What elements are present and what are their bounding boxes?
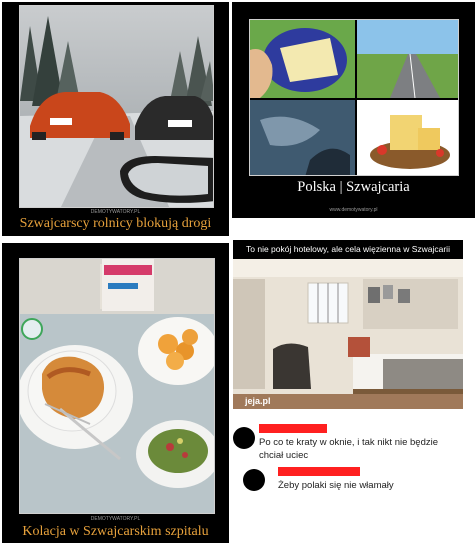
watermark: www.demotywatory.pl [329, 207, 378, 213]
photo-hospital-tray [19, 258, 215, 514]
swiss-highway [357, 20, 458, 99]
cheese-with-holes [250, 20, 355, 98]
redacted-username [278, 467, 360, 476]
meme-panel-hospital-dinner: DEMOTYWATORY.PL Kolacja w Szwajcarskim s… [2, 243, 229, 543]
peach-bowl [138, 317, 214, 385]
watermark: DEMOTYWATORY.PL [90, 516, 141, 522]
meme-panel-poland-switzerland: Polska | Szwajcaria www.demotywatory.pl [232, 2, 475, 218]
post-title: To nie pokój hotelowy, ale cela więzienn… [233, 240, 463, 259]
food-package [102, 259, 154, 311]
jeja-watermark: jeja.pl [244, 396, 271, 406]
comment-text: Po co te kraty w oknie, i tak nikt nie b… [259, 437, 439, 461]
swiss-cheese-board [357, 100, 458, 175]
watermark: DEMOTYWATORY.PL [90, 209, 141, 215]
meme-panel-swiss-prison: To nie pokój hotelowy, ale cela więzienn… [233, 240, 474, 545]
caption: Szwajcarscy rolnicy blokują drogi [19, 216, 212, 231]
avatar[interactable] [233, 427, 255, 449]
photo-lamborghinis-in-snow [19, 5, 214, 208]
comment-2: Żeby polaki się nie włamały [233, 466, 463, 506]
comment-text: Żeby polaki się nie włamały [278, 480, 394, 491]
photo-collage [249, 19, 459, 176]
chair [273, 343, 311, 389]
caption: Polska | Szwajcaria [297, 179, 410, 195]
redacted-username [259, 424, 327, 433]
avatar[interactable] [243, 469, 265, 491]
photo-prison-cell: jeja.pl [233, 259, 463, 409]
barred-window [307, 282, 349, 324]
damaged-road [250, 100, 355, 175]
meme-panel-swiss-farmers: DEMOTYWATORY.PL Szwajcarscy rolnicy blok… [2, 2, 229, 236]
caption: Kolacja w Szwajcarskim szpitalu [22, 524, 209, 539]
comment-1: Po co te kraty w oknie, i tak nikt nie b… [233, 424, 463, 464]
